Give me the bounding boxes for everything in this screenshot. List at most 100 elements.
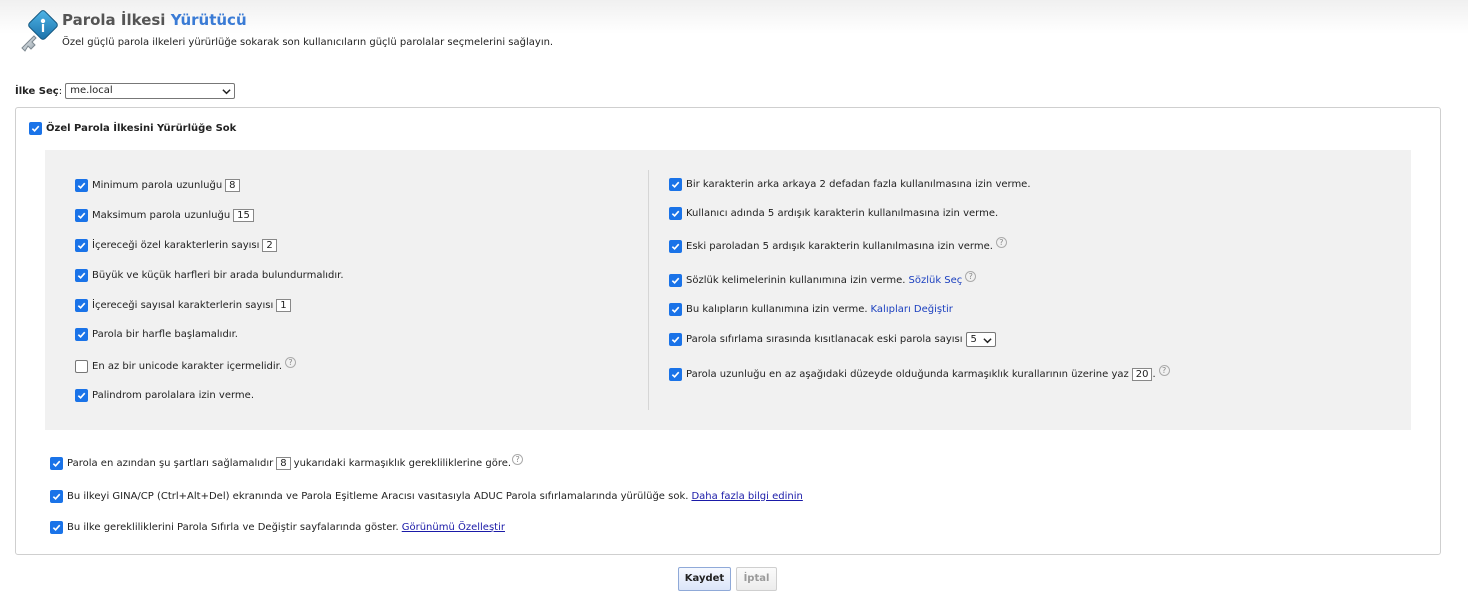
checkmark-icon — [52, 524, 61, 531]
cancel-button[interactable]: İptal — [736, 567, 777, 591]
rule-label: İçereceği sayısal karakterlerin sayısı — [92, 299, 274, 311]
checkmark-icon — [671, 181, 680, 188]
help-icon[interactable]: ? — [285, 356, 297, 368]
change-patterns-link[interactable]: Kalıpları Değiştir — [871, 304, 953, 315]
customize-view-link[interactable]: Görünümü Özelleştir — [402, 522, 505, 533]
rule-suffix: . — [1152, 368, 1156, 380]
checkmark-icon — [77, 331, 86, 338]
policy-select-value: me.local — [70, 85, 113, 96]
special-chars-input[interactable]: 2 — [262, 238, 277, 252]
checkmark-icon — [671, 277, 680, 284]
page-subtitle: Özel güçlü parola ilkeleri yürürlüğe sok… — [62, 37, 554, 48]
policy-select-dropdown[interactable]: me.local — [65, 83, 236, 99]
checkmark-icon — [671, 336, 680, 343]
rule-label: Parola en azından şu şartları sağlamalıd… — [67, 457, 274, 469]
rule-checkbox[interactable] — [75, 268, 88, 282]
enforce-policy-checkbox[interactable] — [29, 121, 42, 135]
rule-old-password-chars: Eski paroladan 5 ardışık karakterin kull… — [669, 236, 1007, 254]
page-title: Parola İlkesi Yürütücü — [62, 11, 247, 29]
rule-checkbox[interactable] — [669, 206, 682, 220]
rule-checkbox[interactable] — [50, 456, 63, 470]
rule-label: Sözlük kelimelerinin kullanımına izin ve… — [686, 274, 906, 286]
rule-checkbox[interactable] — [669, 302, 682, 316]
checkmark-icon — [77, 182, 86, 189]
rule-label: Eski paroladan 5 ardışık karakterin kull… — [686, 240, 993, 252]
rule-label: Parola sıfırlama sırasında kısıtlanacak … — [686, 333, 963, 345]
rule-dictionary-words: Sözlük kelimelerinin kullanımına izin ve… — [669, 270, 977, 288]
rule-special-chars: İçereceği özel karakterlerin sayısı 2 — [75, 237, 277, 253]
help-icon[interactable]: ? — [512, 453, 524, 465]
column-divider — [648, 170, 649, 410]
rule-repeat-chars: Bir karakterin arka arkaya 2 defadan faz… — [669, 176, 1031, 192]
rule-checkbox[interactable] — [669, 332, 682, 346]
max-length-input[interactable]: 15 — [233, 208, 254, 222]
save-button[interactable]: Kaydet — [678, 567, 731, 591]
rule-checkbox[interactable] — [669, 273, 682, 287]
checkmark-icon — [77, 272, 86, 279]
rule-label: Bir karakterin arka arkaya 2 defadan faz… — [686, 178, 1031, 190]
rule-label: İçereceği özel karakterlerin sayısı — [92, 239, 260, 251]
rule-checkbox[interactable] — [75, 238, 88, 252]
page-header — [0, 0, 1468, 62]
rule-patterns: Bu kalıpların kullanımına izin verme. Ka… — [669, 301, 953, 317]
rule-label: Palindrom parolalara izin verme. — [92, 389, 254, 401]
rule-label: Bu ilkeyi GINA/CP (Ctrl+Alt+Del) ekranın… — [67, 490, 689, 502]
help-icon[interactable]: ? — [1158, 364, 1170, 376]
rule-checkbox[interactable] — [50, 520, 63, 534]
rule-palindrome: Palindrom parolalara izin verme. — [75, 387, 254, 403]
rule-password-history: Parola sıfırlama sırasında kısıtlanacak … — [669, 331, 996, 347]
rule-label: Kullanıcı adında 5 ardışık karakterin ku… — [686, 207, 999, 219]
checkmark-icon — [77, 212, 86, 219]
rule-label: Bu ilke gerekliliklerini Parola Sıfırla … — [67, 521, 399, 533]
min-length-input[interactable]: 8 — [225, 178, 240, 192]
override-length-input[interactable]: 20 — [1131, 367, 1153, 381]
rule-gina-enforce: Bu ilkeyi GINA/CP (Ctrl+Alt+Del) ekranın… — [50, 488, 803, 504]
rule-checkbox[interactable] — [669, 367, 682, 381]
rule-label: Büyük ve küçük harfleri bir arada bulund… — [92, 269, 344, 281]
checkmark-icon — [31, 125, 40, 132]
title-accent: Yürütücü — [170, 11, 247, 29]
rule-checkbox[interactable] — [669, 177, 682, 191]
rule-checkbox[interactable] — [75, 298, 88, 312]
rule-start-letter: Parola bir harfle başlamalıdır. — [75, 326, 238, 342]
checkmark-icon — [52, 493, 61, 500]
min-requirements-input[interactable]: 8 — [276, 456, 291, 470]
rule-checkbox[interactable] — [75, 327, 88, 341]
rule-label-after: yukarıdaki karmaşıklık gerekliliklerine … — [293, 457, 512, 469]
checkmark-icon — [77, 302, 86, 309]
rule-override-complexity: Parola uzunluğu en az aşağıdaki düzeyde … — [669, 364, 1170, 382]
policy-select-row: İlke Seç : me.local — [15, 83, 236, 99]
password-history-select[interactable]: 5 — [965, 331, 996, 347]
policy-select-label: İlke Seç — [15, 85, 59, 97]
rule-checkbox[interactable] — [75, 178, 88, 192]
rule-label: Parola uzunluğu en az aşağıdaki düzeyde … — [686, 368, 1129, 380]
password-history-value: 5 — [970, 333, 977, 345]
learn-more-link[interactable]: Daha fazla bilgi edinin — [691, 491, 802, 502]
help-icon[interactable]: ? — [965, 270, 977, 282]
rule-checkbox[interactable] — [75, 208, 88, 222]
rule-checkbox[interactable] — [75, 359, 88, 373]
rule-min-length: Minimum parola uzunluğu 8 — [75, 177, 240, 193]
rule-checkbox[interactable] — [669, 239, 682, 253]
rule-label: Parola bir harfle başlamalıdır. — [92, 328, 238, 340]
password-key-icon — [21, 10, 58, 52]
checkmark-icon — [77, 392, 86, 399]
rule-mixed-case: Büyük ve küçük harfleri bir arada bulund… — [75, 267, 344, 283]
chevron-down-icon — [222, 89, 231, 95]
rule-checkbox[interactable] — [50, 489, 63, 503]
select-dictionary-link[interactable]: Sözlük Seç — [908, 275, 962, 286]
enforce-policy-label: Özel Parola İlkesini Yürürlüğe Sok — [46, 122, 237, 134]
rule-min-requirements: Parola en azından şu şartları sağlamalıd… — [50, 453, 524, 471]
rule-label: Maksimum parola uzunluğu — [92, 209, 231, 221]
rule-numeric-chars: İçereceği sayısal karakterlerin sayısı 1 — [75, 297, 291, 313]
help-icon[interactable]: ? — [995, 236, 1007, 248]
enforce-policy-row: Özel Parola İlkesini Yürürlüğe Sok — [29, 120, 236, 136]
numeric-chars-input[interactable]: 1 — [276, 298, 291, 312]
rule-max-length: Maksimum parola uzunluğu 15 — [75, 207, 254, 223]
checkmark-icon — [52, 460, 61, 467]
rule-checkbox[interactable] — [75, 388, 88, 402]
rule-show-requirements: Bu ilke gerekliliklerini Parola Sıfırla … — [50, 519, 505, 535]
rule-username-chars: Kullanıcı adında 5 ardışık karakterin ku… — [669, 205, 998, 221]
checkmark-icon — [671, 371, 680, 378]
rule-label: Bu kalıpların kullanımına izin verme. — [686, 303, 868, 315]
